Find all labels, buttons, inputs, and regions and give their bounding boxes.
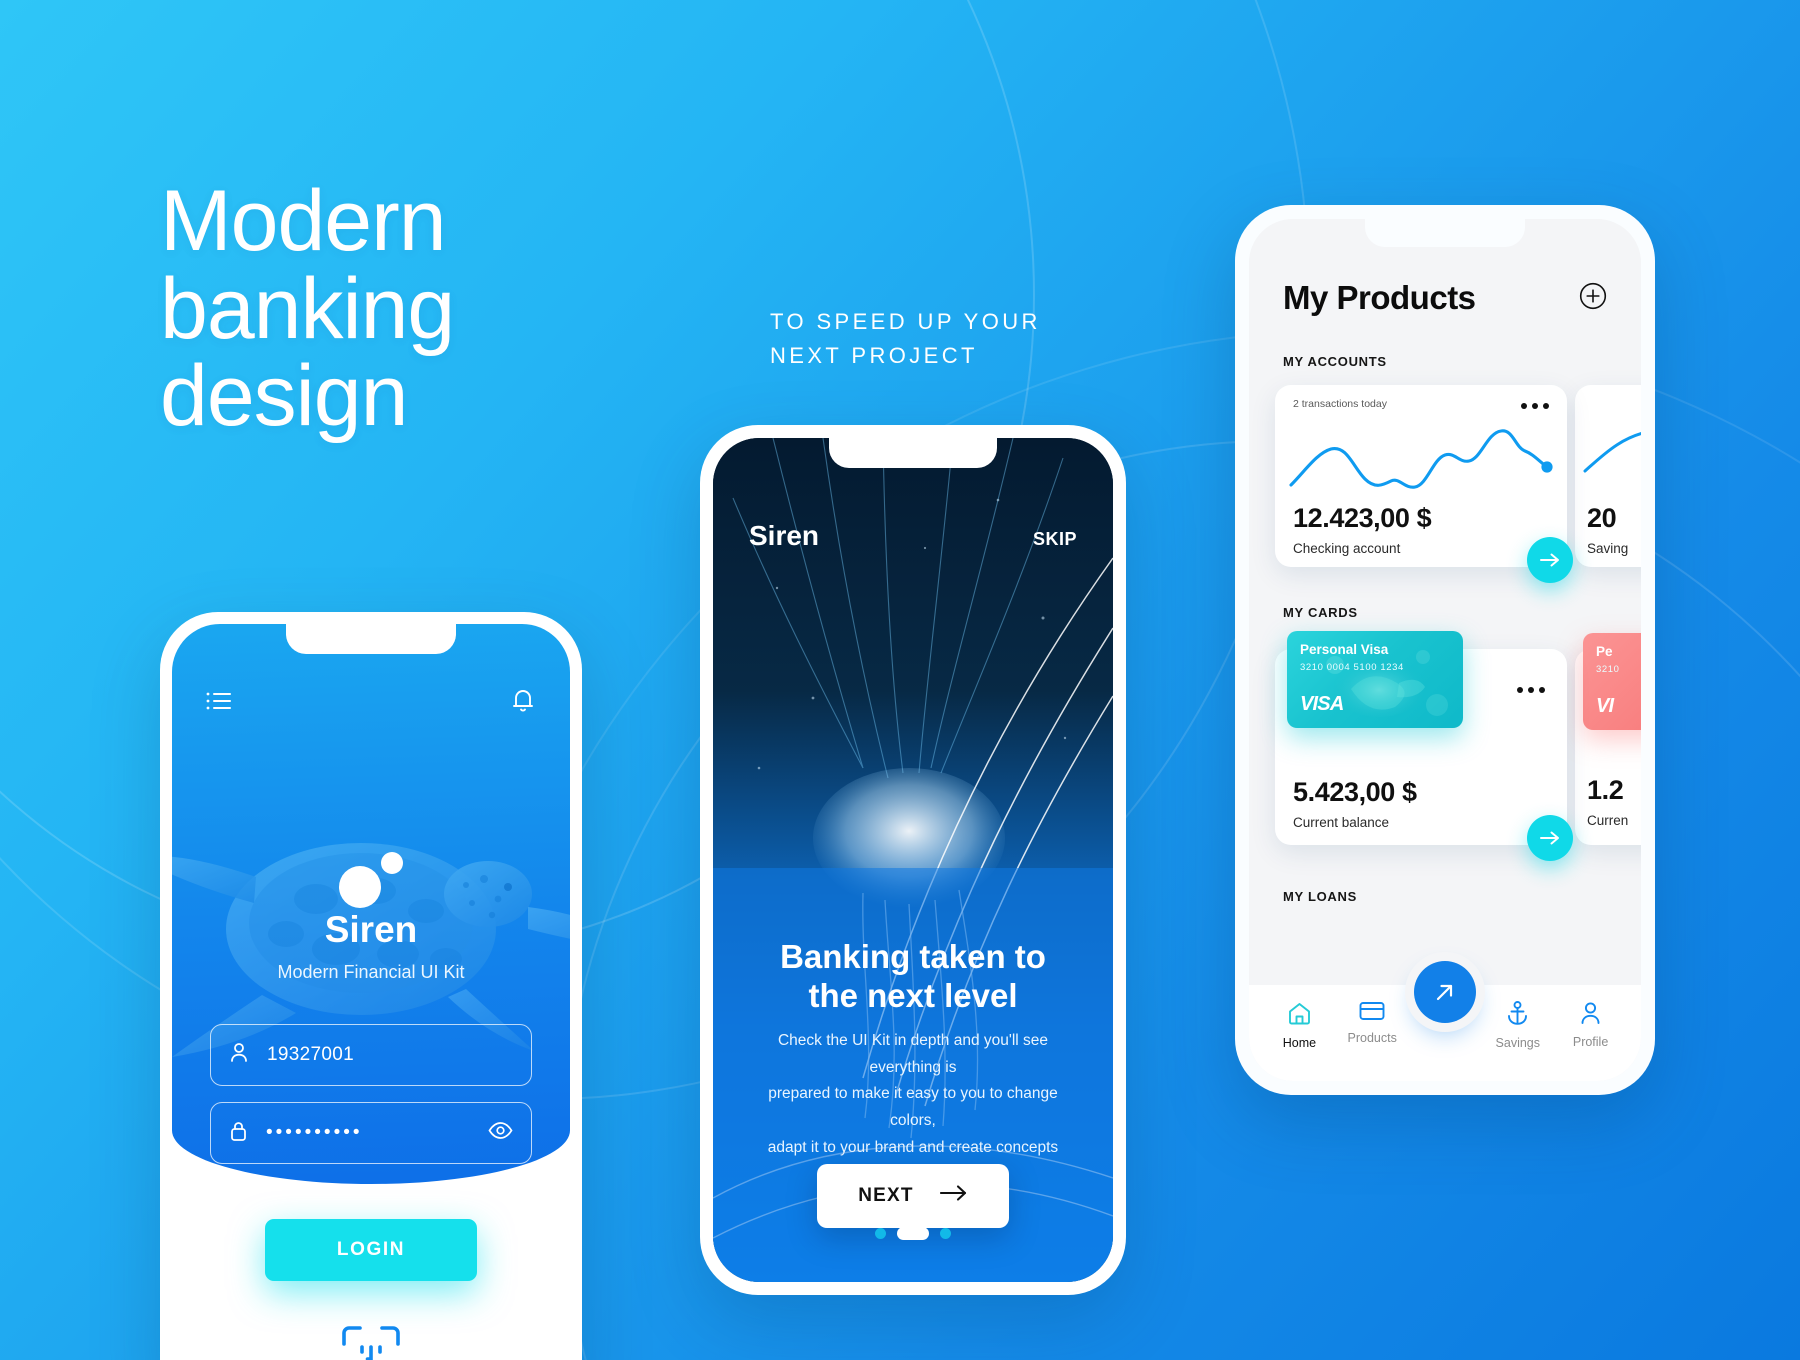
pagination-dot-1[interactable] xyxy=(875,1228,886,1239)
arrow-up-right-icon[interactable] xyxy=(1414,961,1476,1023)
face-id-icon[interactable] xyxy=(340,1324,402,1360)
page-title: Modern banking design xyxy=(160,173,455,445)
visa-next-name: Pe xyxy=(1596,644,1613,659)
brand-tagline: Modern Financial UI Kit xyxy=(277,962,465,982)
username-field[interactable]: 19327001 xyxy=(210,1024,532,1086)
pagination-dot-2[interactable] xyxy=(897,1227,929,1240)
credit-card-icon xyxy=(1359,1001,1385,1024)
visa-next-subtitle: Curren xyxy=(1587,813,1629,828)
visa-amount: 5.423,00 $ xyxy=(1293,777,1417,807)
tab-products[interactable]: Products xyxy=(1341,1001,1403,1045)
page-subtitle: TO SPEED UP YOUR NEXT PROJECT xyxy=(770,305,1041,373)
phone3-notch xyxy=(1365,219,1525,247)
account-next-subtitle: Saving xyxy=(1587,541,1629,556)
visa-next-logo: VI xyxy=(1596,695,1614,717)
account-next-amount: 20 xyxy=(1587,503,1617,533)
bubble-large xyxy=(339,866,381,908)
phone1-notch xyxy=(286,624,456,654)
account-go-button[interactable] xyxy=(1527,537,1573,583)
visa-card-container[interactable]: Personal Visa 3210 0004 5100 1234 VISA 5… xyxy=(1275,631,1573,861)
account-card[interactable]: 2 transactions today 12.423,00 $ Checkin… xyxy=(1275,385,1573,583)
phone2-screen: Siren SKIP Banking taken to the next lev… xyxy=(713,438,1113,1282)
visa-card-name: Personal Visa xyxy=(1300,642,1389,657)
account-subtitle: Checking account xyxy=(1293,541,1401,556)
tab-savings[interactable]: Savings xyxy=(1487,1001,1549,1050)
visa-card-next-container[interactable]: Pe 3210 VI 1.2 Curren xyxy=(1575,633,1641,845)
visa-logo: VISA xyxy=(1300,693,1344,715)
visa-next-number: 3210 xyxy=(1596,664,1620,675)
phone2-notch xyxy=(829,438,997,468)
skip-button[interactable]: SKIP xyxy=(1033,529,1077,550)
login-topbar xyxy=(172,686,570,716)
onboarding-title: Banking taken to the next level xyxy=(713,938,1113,1016)
bubble-small xyxy=(381,852,403,874)
onboarding-body-line-2: prepared to make it easy to you to chang… xyxy=(768,1085,1058,1129)
tab-profile-label: Profile xyxy=(1572,1035,1609,1049)
visa-card-number: 3210 0004 5100 1234 xyxy=(1300,662,1404,673)
username-value: 19327001 xyxy=(267,1044,354,1065)
person-icon xyxy=(1579,1001,1602,1028)
visa-go-button[interactable] xyxy=(1527,815,1573,861)
subtitle-line-2: NEXT PROJECT xyxy=(770,343,978,369)
user-icon xyxy=(229,1042,249,1068)
card-more-horizontal-icon[interactable] xyxy=(1517,687,1545,693)
phone1-screen: Siren Modern Financial UI Kit 19327001 •… xyxy=(172,624,570,1360)
visa-subtitle: Current balance xyxy=(1293,815,1390,830)
onboarding-title-line-2: the next level xyxy=(808,976,1018,1014)
account-next-sparkline xyxy=(1583,432,1641,473)
phone-mockup-login: Siren Modern Financial UI Kit 19327001 •… xyxy=(160,612,582,1360)
brand-bubbles-logo xyxy=(335,852,407,908)
account-sparkline-chart xyxy=(1289,429,1553,489)
login-button[interactable]: LOGIN xyxy=(265,1219,477,1281)
tab-home-label: Home xyxy=(1282,1036,1317,1050)
pagination-dot-3[interactable] xyxy=(940,1228,951,1239)
account-transactions-note: 2 transactions today xyxy=(1293,398,1387,410)
headline-line-2: banking xyxy=(160,260,455,357)
plus-circle-icon[interactable] xyxy=(1579,282,1607,315)
products-title: My Products xyxy=(1283,279,1476,316)
list-icon[interactable] xyxy=(204,686,234,716)
onboarding-body-line-1: Check the UI Kit in depth and you'll see… xyxy=(777,1032,1049,1076)
more-horizontal-icon[interactable] xyxy=(1521,403,1549,409)
onboarding-brand: Siren xyxy=(749,520,820,551)
password-value: •••••••••• xyxy=(266,1122,363,1143)
pagination-dots[interactable] xyxy=(875,1227,951,1240)
phone-mockup-onboarding: Siren SKIP Banking taken to the next lev… xyxy=(700,425,1126,1295)
eye-icon[interactable] xyxy=(488,1122,513,1144)
tab-home[interactable]: Home xyxy=(1268,1001,1330,1050)
visa-card[interactable]: Personal Visa 3210 0004 5100 1234 VISA xyxy=(1287,631,1463,728)
login-hero-panel: Siren Modern Financial UI Kit 19327001 •… xyxy=(172,624,570,1184)
phone3-screen: My Products MY ACCOUNTS 20 Saving 2 tran… xyxy=(1249,219,1641,1081)
account-amount: 12.423,00 $ xyxy=(1293,503,1432,533)
home-icon xyxy=(1287,1001,1312,1029)
next-button[interactable]: NEXT xyxy=(817,1164,1009,1228)
password-field[interactable]: •••••••••• xyxy=(210,1102,532,1164)
anchor-icon xyxy=(1506,1001,1529,1029)
visa-next-amount: 1.2 xyxy=(1587,775,1624,805)
products-header: My Products xyxy=(1249,279,1641,317)
tab-profile[interactable]: Profile xyxy=(1560,1001,1622,1049)
tab-savings-label: Savings xyxy=(1495,1036,1541,1050)
account-card-next[interactable]: 20 Saving xyxy=(1575,385,1641,567)
section-label-loans: MY LOANS xyxy=(1283,889,1357,904)
bell-icon[interactable] xyxy=(508,686,538,716)
tab-products-label: Products xyxy=(1347,1031,1397,1045)
section-label-accounts: MY ACCOUNTS xyxy=(1283,354,1387,369)
headline-line-3: design xyxy=(160,348,408,445)
onboarding-topbar: Siren SKIP xyxy=(713,520,1113,552)
next-button-label: NEXT xyxy=(858,1185,914,1206)
headline-line-1: Modern xyxy=(160,173,447,269)
arrow-right-icon xyxy=(939,1185,968,1207)
brand-name: Siren xyxy=(324,909,418,950)
lock-icon xyxy=(229,1120,248,1147)
onboarding-title-line-1: Banking taken to xyxy=(780,938,1046,975)
visa-card-next[interactable]: Pe 3210 VI xyxy=(1583,633,1641,730)
phone-mockup-products: My Products MY ACCOUNTS 20 Saving 2 tran… xyxy=(1235,205,1655,1095)
subtitle-line-1: TO SPEED UP YOUR xyxy=(770,309,1041,334)
section-label-cards: MY CARDS xyxy=(1283,605,1358,620)
